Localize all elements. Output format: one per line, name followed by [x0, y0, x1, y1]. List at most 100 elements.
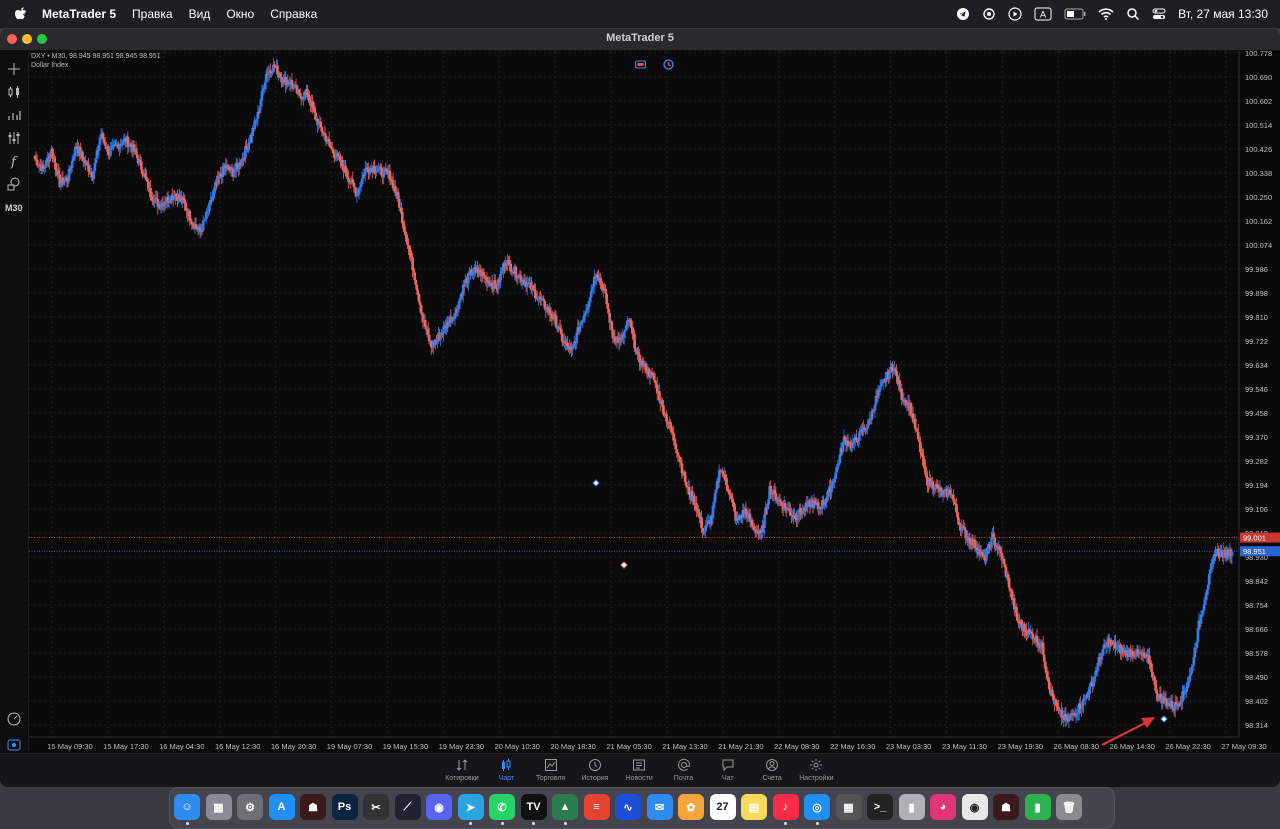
menu-bar: MetaTrader 5 Правка Вид Окно Справка A В… [0, 0, 1280, 28]
chrome-icon[interactable]: ◉ [961, 794, 988, 820]
search-icon[interactable] [1126, 7, 1140, 21]
menu-window[interactable]: Окно [226, 7, 254, 21]
function-icon[interactable]: f [6, 153, 22, 169]
bars-icon[interactable] [6, 107, 22, 123]
crosshair-icon[interactable] [6, 61, 22, 77]
dock-glyph: Ps [337, 801, 352, 813]
menu-help[interactable]: Справка [270, 7, 317, 21]
dock-glyph: ✂ [371, 801, 381, 814]
tradingview-pro-icon[interactable]: ⟋ [394, 794, 421, 820]
calculator-icon[interactable]: ▦ [835, 794, 862, 820]
menu-view[interactable]: Вид [189, 7, 211, 21]
y-tick-label: 99.546 [1245, 385, 1268, 394]
tab-mail[interactable]: Почта [662, 758, 706, 782]
candlestick-chart[interactable]: 100.778 100.690 100.602 100.514 100.426 100.3… [29, 51, 1280, 754]
x-tick-label: 16 May 04:30 [159, 742, 204, 751]
dock-glyph: ⚙ [245, 801, 255, 814]
tab-label: Чарт [498, 775, 515, 782]
mail-icon[interactable]: ✉ [646, 794, 673, 820]
y-tick-label: 98.490 [1245, 673, 1268, 682]
tab-chart[interactable]: Чарт [484, 758, 528, 782]
stocks-icon[interactable]: ∿ [615, 794, 641, 820]
system-settings-icon[interactable]: ⚙ [237, 794, 263, 820]
menu-app-name[interactable]: MetaTrader 5 [42, 7, 116, 21]
x-tick-label: 19 May 23:30 [439, 742, 484, 751]
history-icon [588, 759, 601, 771]
metatrader-icon[interactable]: ▲ [552, 794, 578, 820]
indicators-icon[interactable] [6, 130, 22, 146]
finder-icon[interactable]: ☺ [174, 794, 200, 820]
launchpad-icon[interactable]: ▦ [205, 794, 232, 820]
notes-icon[interactable]: ▤ [741, 794, 767, 820]
x-tick-label: 26 May 14:30 [1109, 742, 1154, 751]
dock-glyph: TV [526, 801, 541, 813]
x-tick-label: 23 May 19:30 [998, 742, 1043, 751]
keyboard-a-icon[interactable]: A [1034, 7, 1052, 21]
dock-glyph: ⟋ [403, 800, 412, 813]
menu-edit[interactable]: Правка [132, 7, 173, 21]
candle-body [1230, 551, 1234, 557]
auto-trading-icon[interactable] [663, 59, 674, 70]
whatsapp-icon[interactable]: ✆ [489, 794, 515, 820]
running-indicator [469, 822, 472, 825]
calendar-icon[interactable]: 27 [709, 794, 736, 820]
trash-icon[interactable]: 🗑 [1056, 794, 1082, 820]
preview-icon[interactable]: ▮ [898, 794, 925, 820]
dock-glyph: ▦ [213, 801, 224, 814]
dock-glyph: ▦ [843, 801, 854, 814]
dock-glyph: ▲ [559, 801, 571, 813]
numbers-icon[interactable]: ▮ [1024, 794, 1051, 820]
y-tick-label: 100.778 [1245, 51, 1272, 58]
tab-accounts[interactable]: Счета [750, 758, 794, 782]
photoshop-icon[interactable]: Ps [331, 794, 358, 820]
x-tick-label: 16 May 20:30 [271, 742, 316, 751]
x-tick-label: 26 May 08:30 [1054, 742, 1099, 751]
music-icon[interactable]: ♪ [772, 794, 799, 820]
menubar-clock[interactable]: Вт, 27 мая 13:30 [1178, 7, 1268, 21]
trade-panel-icon[interactable] [635, 59, 646, 70]
chatgpt-icon[interactable] [982, 7, 996, 21]
x-tick-label: 21 May 05:30 [606, 742, 651, 751]
tab-trade[interactable]: Торговля [529, 758, 573, 782]
speedometer-icon[interactable] [6, 711, 22, 727]
telegram-icon[interactable]: ➤ [457, 794, 484, 820]
tab-history[interactable]: История [573, 758, 617, 782]
tab-chat[interactable]: Чат [706, 758, 750, 782]
safari-icon[interactable]: ◎ [804, 794, 830, 820]
y-tick-label: 99.282 [1245, 457, 1268, 466]
app-store-icon[interactable]: A [268, 794, 295, 820]
todoist-icon[interactable]: ≡ [583, 794, 610, 820]
telegram-icon[interactable] [956, 7, 970, 21]
tab-settings[interactable]: Настройки [794, 758, 838, 782]
tradingview-icon[interactable]: TV [520, 794, 547, 820]
timeframe-label[interactable]: M30 [5, 203, 23, 219]
tab-label: Торговля [535, 775, 566, 782]
terminal-icon[interactable]: >_ [867, 794, 893, 820]
price-chart[interactable]: 100.778 100.690 100.602 100.514 100.426 100.3… [29, 51, 1280, 754]
tab-quotes[interactable]: Котировки [440, 758, 484, 782]
dock-glyph: ◎ [812, 801, 822, 814]
chart-background [29, 51, 1280, 754]
game2-icon[interactable]: ☗ [993, 794, 1019, 820]
x-tick-label: 19 May 07:30 [327, 742, 372, 751]
dock-glyph: ☺ [181, 801, 193, 813]
play-icon[interactable] [1008, 7, 1022, 21]
wifi-icon[interactable] [1098, 7, 1114, 21]
x-tick-label: 15 May 09:30 [47, 742, 92, 751]
apple-icon[interactable] [14, 6, 28, 22]
photos-icon[interactable]: ✿ [678, 794, 704, 820]
candles-icon[interactable] [6, 84, 22, 100]
battery-icon[interactable] [1064, 7, 1086, 21]
control-center-icon[interactable] [1152, 7, 1166, 21]
discord-icon[interactable]: ◉ [426, 794, 452, 820]
x-tick-label: 15 May 17:30 [103, 742, 148, 751]
tab-news[interactable]: Новости [617, 758, 661, 782]
robot-icon[interactable]: ◕ [930, 794, 956, 820]
objects-icon[interactable] [6, 176, 22, 192]
x-tick-label: 27 May 09:30 [1221, 742, 1266, 751]
y-tick-label: 100.162 [1245, 217, 1272, 226]
final-cut-icon[interactable]: ✂ [363, 794, 389, 820]
y-tick-label: 100.338 [1245, 169, 1272, 178]
game-icon[interactable]: ☗ [300, 794, 326, 820]
one-click-trading-icon[interactable] [6, 737, 22, 753]
